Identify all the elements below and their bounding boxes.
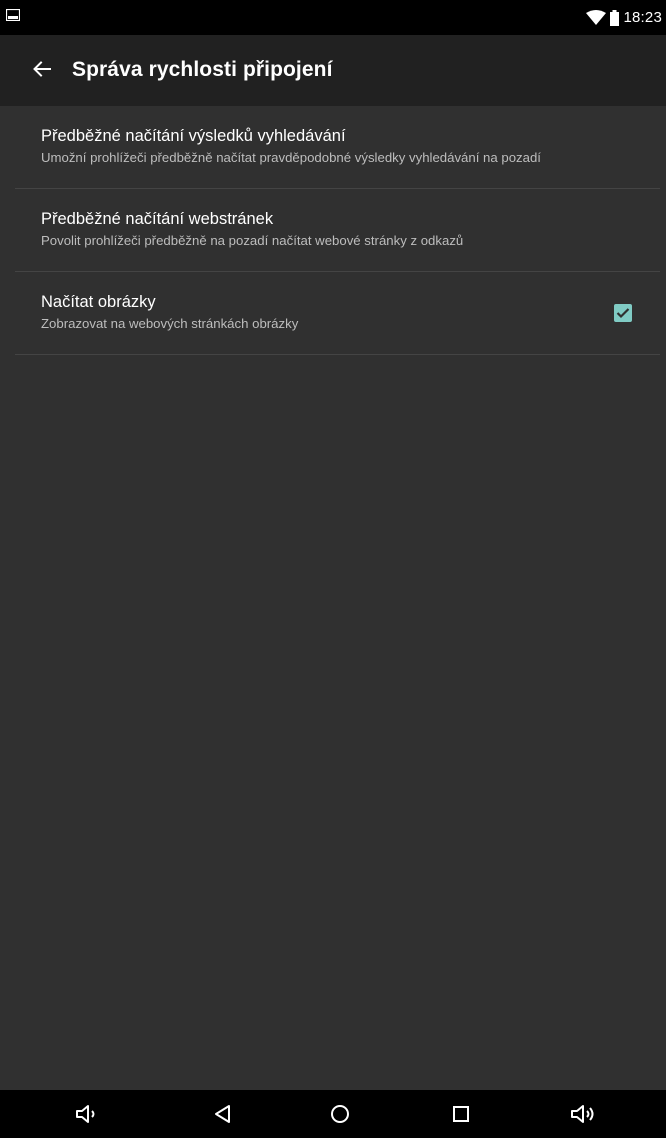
recents-square-icon	[453, 1106, 469, 1122]
load-images-checkbox[interactable]	[614, 304, 632, 322]
pref-title: Načítat obrázky	[41, 293, 156, 311]
back-button[interactable]	[22, 49, 62, 89]
pref-page-prefetch[interactable]: Předběžné načítání webstránek Povolit pr…	[15, 189, 660, 272]
pref-summary: Povolit prohlížeči předběžně na pozadí n…	[41, 233, 464, 248]
arrow-back-icon	[33, 61, 51, 77]
nav-recents-button[interactable]	[431, 1090, 491, 1138]
navigation-bar	[0, 1090, 666, 1138]
pref-summary: Umožní prohlížeči předběžně načítat prav…	[41, 150, 541, 165]
nav-home-button[interactable]	[310, 1090, 370, 1138]
volume-up-button[interactable]	[554, 1090, 614, 1138]
status-icons: 18:23	[586, 0, 662, 35]
preference-list: Předběžné načítání výsledků vyhledávání …	[0, 106, 666, 355]
status-bar: 18:23	[0, 0, 666, 35]
home-circle-icon	[331, 1105, 349, 1123]
pref-title: Předběžné načítání webstránek	[41, 210, 274, 228]
pref-load-images[interactable]: Načítat obrázky Zobrazovat na webových s…	[15, 272, 660, 355]
pref-summary: Zobrazovat na webových stránkách obrázky	[41, 316, 299, 331]
back-triangle-icon	[215, 1105, 230, 1123]
volume-up-icon	[571, 1105, 594, 1123]
settings-screen: 18:23 Správa rychlosti připojení Předběž…	[0, 0, 666, 1138]
volume-down-button[interactable]	[58, 1090, 118, 1138]
nav-back-button[interactable]	[193, 1090, 253, 1138]
pref-title: Předběžné načítání výsledků vyhledávání	[41, 127, 346, 145]
page-title: Správa rychlosti připojení	[72, 58, 333, 81]
status-time: 18:23	[623, 9, 662, 26]
checkmark-icon	[616, 308, 630, 319]
toolbar: Správa rychlosti připojení	[0, 35, 666, 106]
pref-search-prefetch[interactable]: Předběžné načítání výsledků vyhledávání …	[15, 106, 660, 189]
volume-down-icon	[76, 1105, 95, 1123]
image-notification-icon	[6, 9, 20, 21]
wifi-icon	[586, 9, 607, 25]
battery-icon	[610, 9, 620, 26]
